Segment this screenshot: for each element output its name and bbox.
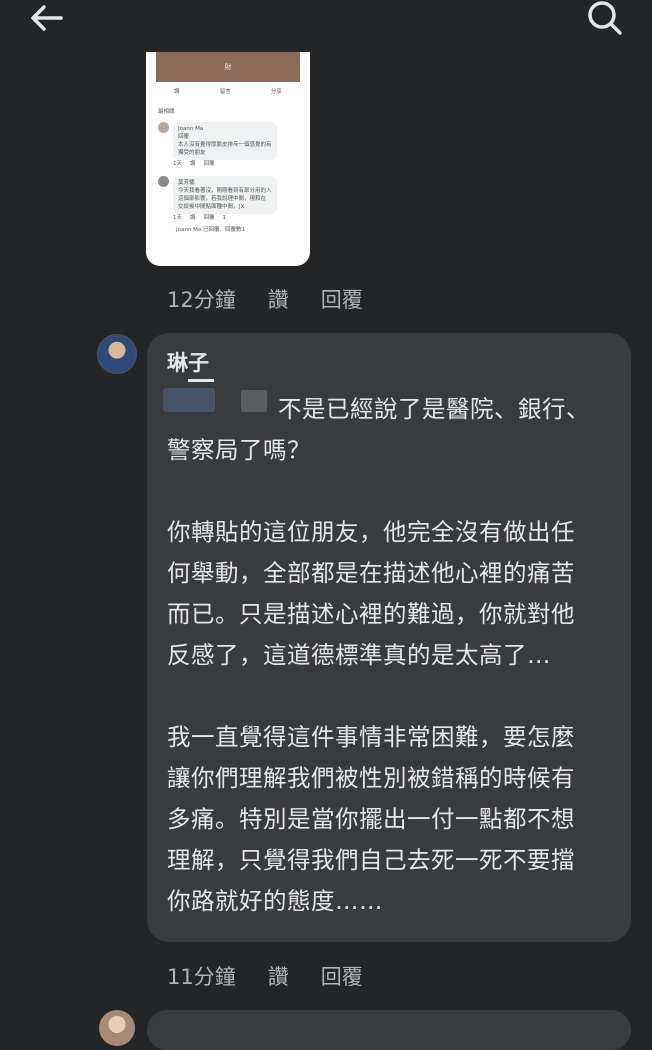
comment-paragraph: 你轉貼的這位朋友，他完全沒有做出任何舉動，全部都是在描述他心裡的痛苦而已。只是描…	[167, 518, 575, 669]
comment-paragraph: 不是已經說了是醫院、銀行、警察局了嗎？	[167, 395, 590, 464]
thumbnail-comment-1: Joann Ma 回覆 本人沒有覺得厚臉皮排斥一個感覺的有 獨受的朋友 1天 讚…	[146, 120, 310, 170]
thumbnail-comment-author: Joann Ma	[178, 126, 204, 132]
thumbnail-filter: 最相關	[158, 109, 175, 115]
thumbnail-reply: 回覆	[203, 161, 215, 167]
thumbnail-comment-line: 回覆	[178, 134, 190, 140]
thumbnail-comment-bubble: Joann Ma 回覆 本人沒有覺得厚臉皮排斥一個感覺的有 獨受的朋友	[173, 122, 277, 160]
avatar[interactable]	[99, 1010, 135, 1046]
thumbnail-comment-line: 這個部影響，若我說理中間，現和在	[178, 196, 267, 202]
thumbnail-time: 1天	[173, 161, 182, 167]
thumbnail-like: 讚	[174, 89, 180, 95]
thumbnail-reply: 回覆	[203, 215, 215, 221]
search-icon[interactable]	[583, 0, 627, 36]
thumbnail-comment-bubble: 莫芳馨 今天我看著沒，剛剛看到有部分用的入 這個部影響，若我說理中間，現和在 交…	[173, 176, 277, 214]
thumbnail-comment-line: 交談後中間點面種中間，[X	[178, 204, 245, 210]
thumbnail-comment-line: 本人沒有覺得厚臉皮排斥一個感覺的有	[178, 142, 272, 148]
thumbnail-comment-line: 獨受的朋友	[178, 150, 206, 156]
comment-paragraph: 我一直覺得這件事情非常困難，要怎麼讓你們理解我們被性別被錯稱的時候有多痛。特別是…	[167, 723, 575, 915]
attached-screenshot-thumbnail[interactable]: 財 讚 留言 分享 最相關 Joann Ma 回覆 本人沒有覺得厚臉皮排斥一個感…	[146, 52, 310, 266]
thumbnail-time: 1天	[173, 215, 182, 221]
thumbnail-like: 讚	[190, 161, 196, 167]
avatar	[158, 176, 169, 187]
reply-button[interactable]: 回覆	[321, 284, 363, 314]
thumbnail-action-row: 讚 留言 分享	[146, 82, 310, 98]
arrow-left-icon[interactable]	[24, 0, 68, 36]
thumbnail-comment-author: 莫芳馨	[178, 180, 195, 186]
thumbnail-comment-meta: 1天 讚 回覆 1	[173, 214, 277, 222]
thumbnail-banner-text: 財	[224, 63, 232, 71]
thumbnail-comment-line: 今天我看著沒，剛剛看到有部分用的入	[178, 188, 272, 194]
reply-button[interactable]: 回覆	[321, 961, 363, 991]
comment-time: 12分鐘	[167, 288, 236, 312]
avatar[interactable]	[97, 334, 137, 374]
thumbnail-share: 分享	[270, 89, 282, 95]
thumbnail-comment: 留言	[219, 89, 231, 95]
top-bar	[0, 0, 652, 40]
comment-author[interactable]: 琳子	[167, 347, 209, 377]
thumbnail-reaction-count: 1	[222, 215, 227, 221]
like-button[interactable]: 讚	[268, 961, 289, 991]
comment-meta-row: 12分鐘 讚 回覆	[167, 284, 395, 314]
author-underline	[188, 379, 214, 382]
thumbnail-comment-meta: 1天 讚 回覆	[173, 160, 277, 168]
thumbnail-banner: 財	[156, 52, 300, 82]
like-button[interactable]: 讚	[268, 284, 289, 314]
thumbnail-comment-2: 莫芳馨 今天我看著沒，剛剛看到有部分用的入 這個部影響，若我說理中間，現和在 交…	[146, 170, 310, 224]
next-comment-bubble	[147, 1010, 631, 1050]
avatar	[158, 122, 169, 133]
comment-body: 不是已經說了是醫院、銀行、警察局了嗎？ 你轉貼的這位朋友，他完全沒有做出任何舉動…	[167, 389, 597, 963]
thumbnail-like: 讚	[190, 215, 196, 221]
comment-meta-row: 11分鐘 讚 回覆	[167, 961, 395, 991]
comment-time: 11分鐘	[167, 965, 236, 989]
thumbnail-reply-footer: Joann Ma 已回覆．回覆數1	[176, 227, 245, 233]
